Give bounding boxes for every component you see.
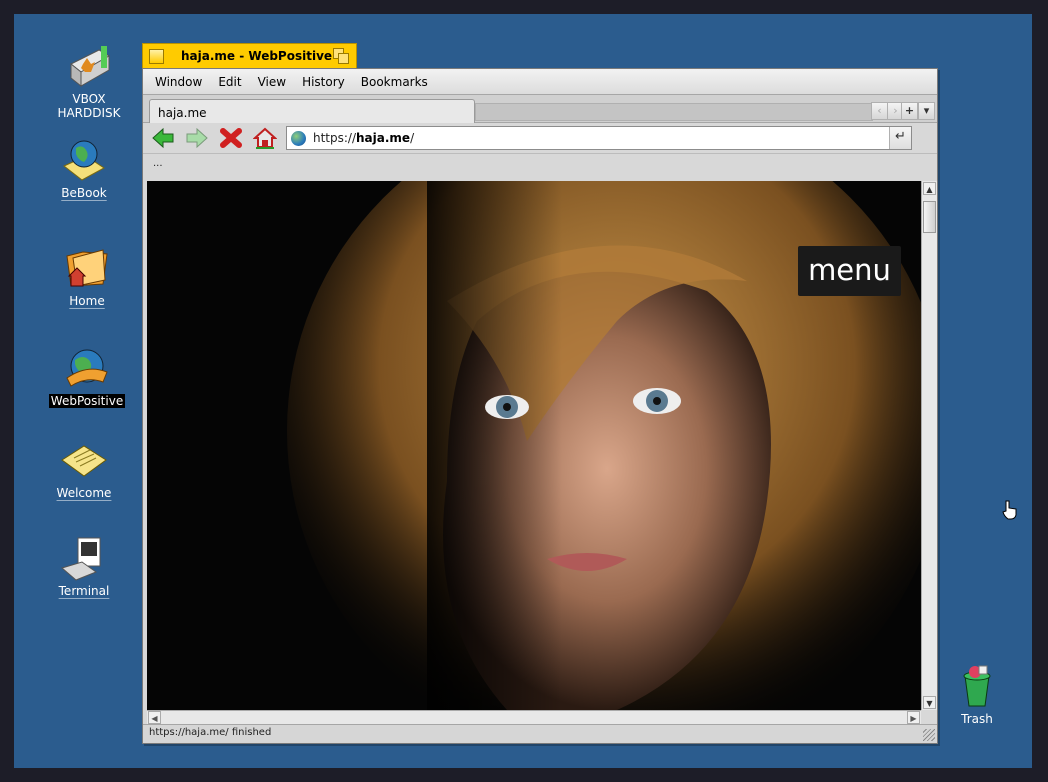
forward-arrow-icon[interactable] (185, 127, 209, 149)
desktop-icon-home[interactable]: Home (37, 244, 137, 308)
navigation-bar: https://haja.me/ ↵ (143, 123, 937, 153)
desktop-icon-label: Home (69, 294, 105, 308)
desktop-icon-label: Welcome (56, 486, 112, 500)
menu-window[interactable]: Window (147, 75, 210, 89)
go-button[interactable]: ↵ (889, 127, 911, 149)
bookmarks-bar[interactable]: ... (143, 153, 937, 177)
home-folder-icon (63, 244, 111, 292)
mouse-cursor-icon (1001, 500, 1019, 520)
welcome-icon (60, 436, 108, 484)
vertical-scrollbar[interactable]: ▲ ▼ (921, 181, 937, 710)
menu-bar: Window Edit View History Bookmarks (143, 69, 937, 95)
desktop-icon-label: Terminal (58, 584, 110, 598)
scroll-down-arrow-icon[interactable]: ▼ (923, 696, 936, 709)
menu-edit[interactable]: Edit (210, 75, 249, 89)
browser-window: Window Edit View History Bookmarks haja.… (142, 68, 938, 744)
desktop-icon-label: BeBook (61, 186, 107, 200)
window-title: haja.me - WebPositive (181, 49, 333, 63)
menu-view[interactable]: View (250, 75, 294, 89)
desktop-icon-terminal[interactable]: Terminal (34, 534, 134, 598)
scroll-left-arrow-icon[interactable]: ◀ (148, 711, 161, 724)
site-menu-button[interactable]: menu (798, 246, 901, 296)
menu-history[interactable]: History (294, 75, 353, 89)
status-text: https://haja.me/ finished (149, 727, 272, 738)
terminal-icon (60, 534, 108, 582)
tab-bar: haja.me ‹ › + ▾ (143, 95, 937, 124)
harddisk-icon (65, 42, 113, 90)
desktop-icon-label: VBOX HARDDISK (57, 92, 121, 120)
bebook-icon (60, 136, 108, 184)
url-text: https://haja.me/ (313, 131, 415, 145)
desktop-icon-trash[interactable]: Trash (927, 662, 1027, 726)
resize-handle-icon[interactable] (923, 729, 935, 741)
tab-scroll-left-button[interactable]: ‹ (871, 102, 888, 120)
desktop-icon-webpositive[interactable]: WebPositive (37, 344, 137, 408)
tab-bar-empty (475, 103, 873, 121)
tab-menu-button[interactable]: ▾ (918, 102, 935, 120)
window-zoom-button[interactable] (333, 48, 350, 65)
home-icon[interactable] (252, 127, 278, 149)
scroll-right-arrow-icon[interactable]: ▶ (907, 711, 920, 724)
webpositive-icon (63, 344, 111, 392)
trash-icon (953, 662, 1001, 710)
tab-haja[interactable]: haja.me (149, 99, 475, 124)
menu-bookmarks[interactable]: Bookmarks (353, 75, 436, 89)
back-arrow-icon[interactable] (151, 127, 175, 149)
url-field[interactable]: https://haja.me/ ↵ (286, 126, 912, 150)
new-tab-button[interactable]: + (901, 102, 918, 120)
scroll-thumb[interactable] (923, 201, 936, 233)
window-close-button[interactable] (149, 49, 164, 64)
desktop-icon-label: Trash (961, 712, 993, 726)
status-bar: https://haja.me/ finished (143, 724, 937, 743)
desktop-icon-harddisk[interactable]: VBOX HARDDISK (39, 42, 139, 120)
horizontal-scrollbar[interactable]: ◀ ▶ (147, 710, 921, 724)
stop-icon[interactable] (219, 127, 243, 149)
desktop-icon-bebook[interactable]: BeBook (34, 136, 134, 200)
page-content: menu (147, 181, 921, 710)
desktop-icon-label: WebPositive (48, 394, 126, 408)
globe-icon (291, 131, 306, 146)
desktop-icon-welcome[interactable]: Welcome (34, 436, 134, 500)
window-title-tab[interactable]: haja.me - WebPositive (142, 43, 357, 70)
scroll-up-arrow-icon[interactable]: ▲ (923, 182, 936, 195)
